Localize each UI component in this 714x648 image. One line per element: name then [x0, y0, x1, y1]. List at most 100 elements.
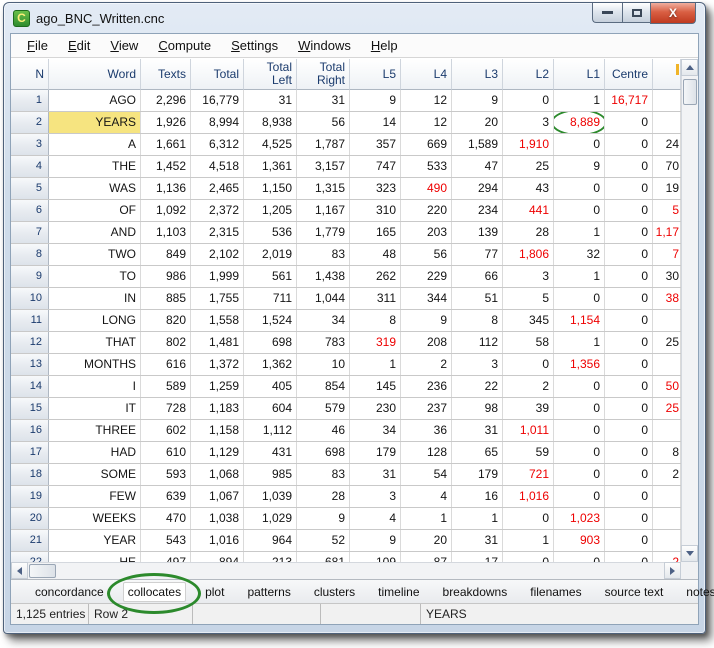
cell-l1[interactable]: 1	[554, 90, 605, 111]
cell-l1[interactable]: 1,023	[554, 508, 605, 529]
cell-l3[interactable]: 3	[452, 354, 503, 375]
cell-word[interactable]: YEAR	[49, 530, 141, 551]
cell-l1[interactable]: 32	[554, 244, 605, 265]
cell-total[interactable]: 1,999	[191, 266, 244, 287]
menu-item-file[interactable]: File	[17, 36, 58, 55]
cell-row-number[interactable]: 4	[11, 156, 49, 177]
column-header-total-left[interactable]: Total Left	[244, 59, 297, 90]
cell-r1[interactable]: 19	[653, 178, 681, 199]
column-header-l5[interactable]: L5	[350, 59, 401, 90]
cell-texts[interactable]: 543	[141, 530, 191, 551]
cell-row-number[interactable]: 2	[11, 112, 49, 133]
cell-texts[interactable]: 1,136	[141, 178, 191, 199]
cell-l3[interactable]: 51	[452, 288, 503, 309]
cell-r1[interactable]: 24	[653, 134, 681, 155]
cell-total-left[interactable]: 698	[244, 332, 297, 353]
cell-centre[interactable]: 0	[605, 266, 653, 287]
cell-l5[interactable]: 747	[350, 156, 401, 177]
cell-l5[interactable]: 357	[350, 134, 401, 155]
cell-word[interactable]: HE	[49, 552, 141, 562]
cell-l3[interactable]: 9	[452, 90, 503, 111]
cell-l1[interactable]: 9	[554, 156, 605, 177]
cell-centre[interactable]: 0	[605, 508, 653, 529]
cell-l5[interactable]: 34	[350, 420, 401, 441]
cell-total[interactable]: 2,102	[191, 244, 244, 265]
column-header-total[interactable]: Total	[191, 59, 244, 90]
cell-total[interactable]: 1,016	[191, 530, 244, 551]
cell-centre[interactable]: 0	[605, 178, 653, 199]
cell-l4[interactable]: 220	[401, 200, 452, 221]
menu-item-edit[interactable]: Edit	[58, 36, 100, 55]
cell-l2[interactable]: 1,806	[503, 244, 554, 265]
cell-l3[interactable]: 65	[452, 442, 503, 463]
column-header-texts[interactable]: Texts	[141, 59, 191, 90]
cell-total-left[interactable]: 1,029	[244, 508, 297, 529]
cell-l1[interactable]: 0	[554, 200, 605, 221]
cell-l1[interactable]: 0	[554, 376, 605, 397]
cell-total[interactable]: 6,312	[191, 134, 244, 155]
cell-word[interactable]: THE	[49, 156, 141, 177]
cell-l3[interactable]: 47	[452, 156, 503, 177]
cell-total[interactable]: 2,372	[191, 200, 244, 221]
cell-r1[interactable]	[653, 420, 681, 441]
cell-l5[interactable]: 323	[350, 178, 401, 199]
cell-l2[interactable]: 721	[503, 464, 554, 485]
cell-total-left[interactable]: 1,150	[244, 178, 297, 199]
cell-word[interactable]: SOME	[49, 464, 141, 485]
cell-l5[interactable]: 9	[350, 90, 401, 111]
cell-row-number[interactable]: 22	[11, 552, 49, 562]
column-header-n[interactable]: N	[11, 59, 49, 90]
cell-total-right[interactable]: 52	[297, 530, 350, 551]
cell-l3[interactable]: 16	[452, 486, 503, 507]
cell-word[interactable]: TWO	[49, 244, 141, 265]
cell-total-left[interactable]: 1,039	[244, 486, 297, 507]
cell-l2[interactable]: 0	[503, 354, 554, 375]
minimize-button[interactable]	[592, 3, 622, 23]
cell-r1[interactable]	[653, 486, 681, 507]
cell-texts[interactable]: 885	[141, 288, 191, 309]
cell-l1[interactable]: 0	[554, 420, 605, 441]
cell-r1[interactable]: 1,17	[653, 222, 681, 243]
cell-total[interactable]: 1,372	[191, 354, 244, 375]
cell-l5[interactable]: 109	[350, 552, 401, 562]
cell-texts[interactable]: 602	[141, 420, 191, 441]
cell-row-number[interactable]: 3	[11, 134, 49, 155]
cell-centre[interactable]: 0	[605, 552, 653, 562]
scroll-up-button[interactable]	[681, 59, 698, 76]
cell-l4[interactable]: 4	[401, 486, 452, 507]
cell-texts[interactable]: 2,296	[141, 90, 191, 111]
cell-l3[interactable]: 234	[452, 200, 503, 221]
cell-l5[interactable]: 145	[350, 376, 401, 397]
cell-word[interactable]: OF	[49, 200, 141, 221]
cell-r1[interactable]	[653, 508, 681, 529]
tab-patterns[interactable]: patterns	[243, 583, 294, 601]
cell-word[interactable]: IT	[49, 398, 141, 419]
cell-total-left[interactable]: 405	[244, 376, 297, 397]
cell-word[interactable]: THAT	[49, 332, 141, 353]
scroll-left-button[interactable]	[11, 562, 28, 579]
cell-r1[interactable]: 70	[653, 156, 681, 177]
column-header-l1[interactable]: L1	[554, 59, 605, 90]
cell-row-number[interactable]: 15	[11, 398, 49, 419]
column-header-l4[interactable]: L4	[401, 59, 452, 90]
cell-total-right[interactable]: 681	[297, 552, 350, 562]
cell-l1[interactable]: 8,889	[554, 112, 605, 133]
cell-l5[interactable]: 311	[350, 288, 401, 309]
cell-row-number[interactable]: 16	[11, 420, 49, 441]
cell-total-right[interactable]: 9	[297, 508, 350, 529]
cell-l4[interactable]: 9	[401, 310, 452, 331]
cell-l1[interactable]: 0	[554, 442, 605, 463]
cell-l4[interactable]: 36	[401, 420, 452, 441]
column-header-centre[interactable]: Centre	[605, 59, 653, 90]
cell-centre[interactable]: 0	[605, 332, 653, 353]
cell-l4[interactable]: 344	[401, 288, 452, 309]
cell-l3[interactable]: 112	[452, 332, 503, 353]
cell-texts[interactable]: 1,103	[141, 222, 191, 243]
cell-centre[interactable]: 0	[605, 310, 653, 331]
cell-word[interactable]: A	[49, 134, 141, 155]
cell-l1[interactable]: 0	[554, 486, 605, 507]
cell-l5[interactable]: 1	[350, 354, 401, 375]
cell-l3[interactable]: 77	[452, 244, 503, 265]
cell-texts[interactable]: 728	[141, 398, 191, 419]
cell-total[interactable]: 2,465	[191, 178, 244, 199]
